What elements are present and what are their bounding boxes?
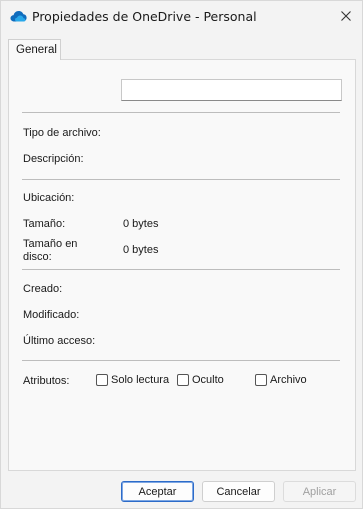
archive-checkbox-box[interactable] [255, 374, 267, 386]
size-value: 0 bytes [123, 218, 159, 230]
size-on-disk-value: 0 bytes [123, 244, 159, 256]
created-label: Creado: [23, 283, 63, 295]
size-on-disk-label-line2: disco: [23, 251, 52, 263]
title-bar[interactable]: Propiedades de OneDrive - Personal [1, 1, 362, 33]
description-label: Descripción: [23, 153, 84, 165]
readonly-checkbox-box[interactable] [96, 374, 108, 386]
apply-button[interactable]: Aplicar [283, 481, 356, 502]
file-type-label: Tipo de archivo: [23, 127, 101, 139]
location-label: Ubicación: [23, 192, 75, 204]
properties-dialog: Propiedades de OneDrive - Personal Gener… [0, 0, 363, 509]
modified-label: Modificado: [23, 309, 80, 321]
cancel-button[interactable]: Cancelar [202, 481, 275, 502]
tab-general[interactable]: General [8, 39, 61, 60]
name-input[interactable] [121, 79, 342, 101]
size-label: Tamaño: [23, 218, 66, 230]
attributes-label: Atributos: [23, 375, 70, 387]
tab-general-label: General [16, 44, 57, 56]
separator [22, 360, 340, 361]
archive-checkbox-label: Archivo [270, 374, 307, 386]
hidden-checkbox-box[interactable] [177, 374, 189, 386]
separator [22, 269, 340, 270]
readonly-checkbox[interactable]: Solo lectura [96, 374, 169, 386]
onedrive-cloud-icon [10, 10, 27, 22]
general-panel [8, 59, 356, 471]
separator [22, 112, 340, 113]
size-on-disk-label-line1: Tamaño en [23, 238, 78, 250]
separator [22, 179, 340, 180]
accessed-label: Último acceso: [23, 335, 96, 347]
archive-checkbox[interactable]: Archivo [255, 374, 307, 386]
window-title: Propiedades de OneDrive - Personal [32, 9, 257, 24]
readonly-checkbox-label: Solo lectura [111, 374, 170, 386]
hidden-checkbox-label: Oculto [192, 374, 224, 386]
close-button[interactable] [333, 4, 359, 28]
close-icon [341, 11, 351, 21]
ok-button[interactable]: Aceptar [121, 481, 194, 502]
hidden-checkbox[interactable]: Oculto [177, 374, 224, 386]
